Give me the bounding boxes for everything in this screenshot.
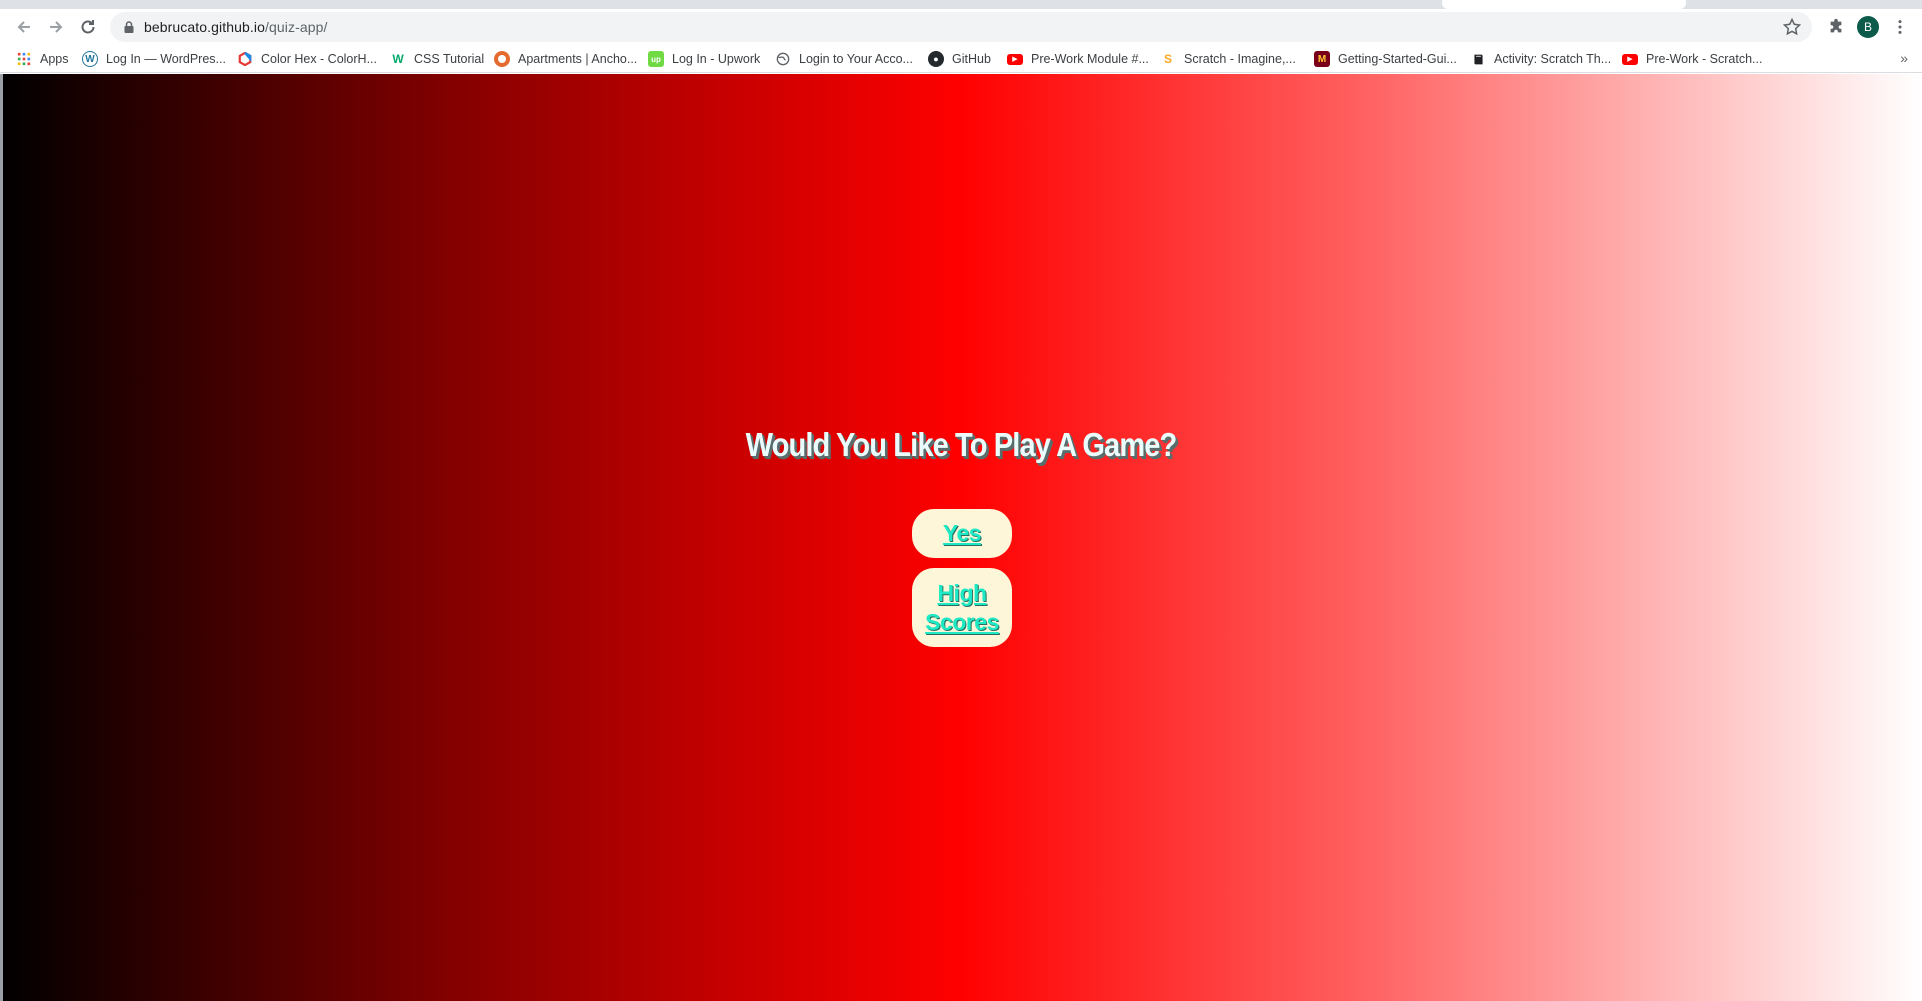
colorhex-icon xyxy=(237,51,253,67)
wordpress-icon: W xyxy=(82,51,98,67)
bookmark-label: CSS Tutorial xyxy=(414,52,485,66)
back-button[interactable] xyxy=(10,13,38,41)
book-icon xyxy=(1470,51,1486,67)
bookmark-prework-module[interactable]: ▶ Pre-Work Module #... xyxy=(1007,49,1149,69)
quiz-page: Would You Like To Play A Game? Yes High S… xyxy=(0,74,1922,1001)
bookmark-label: Color Hex - ColorH... xyxy=(261,52,377,66)
bookmark-label: Scratch - Imagine,... xyxy=(1184,52,1296,66)
bookmark-label: Apartments | Ancho... xyxy=(518,52,638,66)
bookmark-login-account[interactable]: Login to Your Acco... xyxy=(775,49,913,69)
yes-link[interactable]: Yes xyxy=(943,519,982,548)
bookmark-label: Getting-Started-Gui... xyxy=(1338,52,1457,66)
umn-icon: M xyxy=(1314,51,1330,67)
tab-strip xyxy=(0,0,1922,9)
address-bar[interactable]: bebrucato.github.io/quiz-app/ xyxy=(110,12,1812,42)
bookmark-colorhex[interactable]: Color Hex - ColorH... xyxy=(237,49,377,69)
yes-button[interactable]: Yes xyxy=(912,509,1012,558)
youtube-icon: ▶ xyxy=(1622,53,1638,65)
bookmark-label: GitHub xyxy=(952,52,991,66)
page-title: Would You Like To Play A Game? xyxy=(745,426,1178,463)
bookmark-label: Pre-Work Module #... xyxy=(1031,52,1149,66)
github-icon: ● xyxy=(928,51,944,67)
reload-icon xyxy=(81,20,95,34)
profile-button[interactable]: B xyxy=(1854,13,1882,41)
bookmark-apps[interactable]: Apps xyxy=(16,49,69,69)
reload-button[interactable] xyxy=(74,13,102,41)
bookmark-label: Activity: Scratch Th... xyxy=(1494,52,1612,66)
url-text: bebrucato.github.io/quiz-app/ xyxy=(144,19,328,35)
apartments-icon xyxy=(494,51,510,67)
bookmark-label: Log In — WordPres... xyxy=(106,52,226,66)
bookmark-github[interactable]: ● GitHub xyxy=(928,49,991,69)
bookmark-css-tutorial[interactable]: W CSS Tutorial xyxy=(390,49,484,69)
high-scores-button[interactable]: High Scores xyxy=(912,568,1012,647)
bookmark-star-icon[interactable] xyxy=(1782,17,1802,37)
bookmark-prework-scratch[interactable]: ▶ Pre-Work - Scratch... xyxy=(1622,49,1762,69)
bookmark-scratch[interactable]: S Scratch - Imagine,... xyxy=(1160,49,1296,69)
kebab-menu-icon xyxy=(1898,20,1902,34)
high-scores-link[interactable]: High Scores xyxy=(925,579,999,637)
bookmark-getting-started[interactable]: M Getting-Started-Gui... xyxy=(1314,49,1457,69)
menu-button[interactable] xyxy=(1886,13,1914,41)
lock-icon xyxy=(124,21,134,33)
high-scores-line1: High xyxy=(937,579,987,606)
bookmarks-bar: Apps W Log In — WordPres... Color Hex - … xyxy=(0,45,1922,73)
scratch-icon: S xyxy=(1163,52,1172,66)
avatar: B xyxy=(1857,16,1879,38)
forward-arrow-icon xyxy=(50,21,63,33)
bookmark-activity-scratch[interactable]: Activity: Scratch Th... xyxy=(1470,49,1611,69)
globe-icon xyxy=(775,51,791,67)
high-scores-line2: Scores xyxy=(925,608,999,635)
upwork-icon: up xyxy=(648,51,664,67)
apps-grid-icon xyxy=(16,51,32,67)
bookmark-wordpress[interactable]: W Log In — WordPres... xyxy=(82,49,226,69)
bookmark-label: Log In - Upwork xyxy=(672,52,761,66)
youtube-icon: ▶ xyxy=(1007,53,1023,65)
bookmark-label: Pre-Work - Scratch... xyxy=(1646,52,1763,66)
bookmark-apartments[interactable]: Apartments | Ancho... xyxy=(494,49,637,69)
puzzle-piece-icon xyxy=(1830,18,1842,33)
bookmark-label: Apps xyxy=(40,52,69,66)
back-arrow-icon xyxy=(17,21,30,33)
browser-window: bebrucato.github.io/quiz-app/ B Apps W L… xyxy=(0,0,1922,1001)
extensions-button[interactable] xyxy=(1822,13,1850,41)
forward-button[interactable] xyxy=(42,13,70,41)
w3schools-icon: W xyxy=(392,52,404,66)
bookmark-label: Login to Your Acco... xyxy=(799,52,913,66)
bookmarks-overflow-chevron-icon[interactable]: » xyxy=(1900,50,1908,66)
browser-toolbar: bebrucato.github.io/quiz-app/ B xyxy=(0,9,1922,45)
bookmark-upwork[interactable]: up Log In - Upwork xyxy=(648,49,760,69)
active-tab[interactable] xyxy=(1442,0,1686,9)
